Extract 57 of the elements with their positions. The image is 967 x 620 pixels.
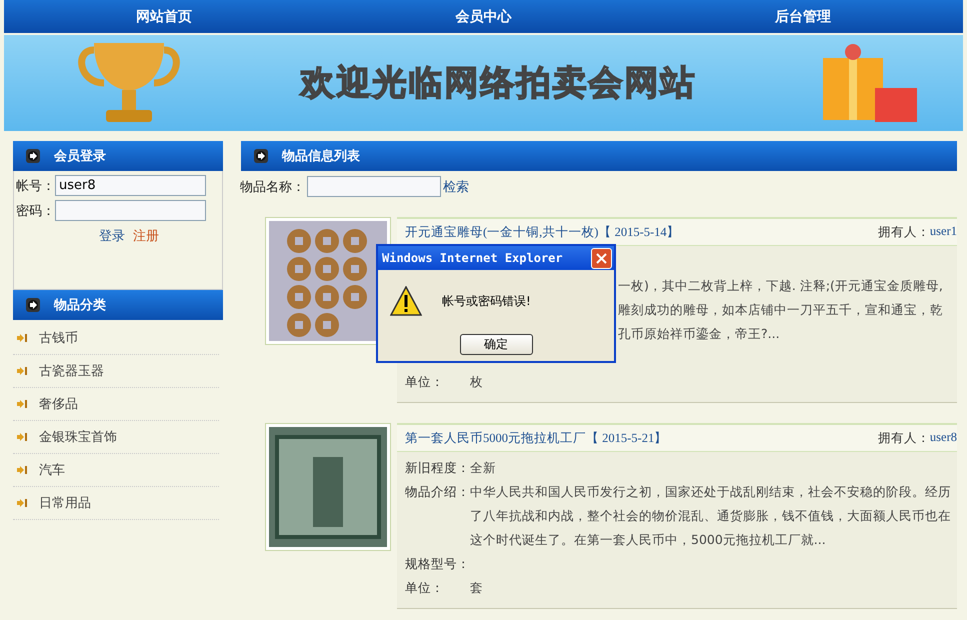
- category-item[interactable]: 汽车: [13, 454, 219, 487]
- field-label: 帐号：: [16, 178, 55, 194]
- category-item[interactable]: 古钱币: [13, 322, 219, 355]
- arrow-bullet-icon: [17, 499, 27, 507]
- owner-label: 拥有人：: [878, 224, 930, 240]
- arrow-bullet-icon: [17, 367, 27, 375]
- arrow-bullet-icon: [17, 433, 27, 441]
- arrow-bullet-icon: [17, 400, 27, 408]
- nav-link[interactable]: 后台管理: [643, 8, 963, 26]
- field-label: 物品介绍：: [405, 483, 470, 501]
- ok-button[interactable]: 确定: [460, 334, 532, 355]
- search-link[interactable]: 检索: [443, 178, 469, 196]
- owner-label: 拥有人：: [878, 430, 930, 446]
- category-item[interactable]: 奢侈品: [13, 388, 219, 421]
- category-item[interactable]: 古瓷器玉器: [13, 355, 219, 388]
- login-link[interactable]: 登录: [99, 227, 125, 245]
- field-value: 这个时代诞生了。在第一套人民币中，5000元拖拉机工厂就...: [470, 531, 827, 549]
- nav-link[interactable]: 网站首页: [4, 8, 324, 26]
- item-title-link[interactable]: 开元通宝雕母(一金十铜,共十一枚)【 2015-5-14】: [405, 224, 680, 240]
- field-value: 一枚)，其中二枚背上梓，下越. 注释;(开元通宝金质雕母,: [618, 277, 943, 295]
- field-value: 枚: [470, 373, 483, 391]
- password-field[interactable]: [55, 200, 206, 221]
- field-label: 单位：: [405, 579, 445, 597]
- search-label: 物品名称：: [240, 178, 305, 196]
- field-value: 套: [470, 579, 483, 597]
- category-item[interactable]: 金银珠宝首饰: [13, 421, 219, 454]
- field-label: 新旧程度：: [405, 459, 470, 477]
- field-value: 全新: [470, 459, 496, 477]
- close-button[interactable]: [591, 248, 612, 268]
- field-label: 规格型号：: [405, 555, 470, 573]
- banner-title: 欢迎光临网络拍卖会网站: [300, 62, 696, 105]
- account-field[interactable]: user8: [55, 175, 206, 196]
- field-value: 孔币原始祥币鎏金，帝王?...: [618, 325, 781, 343]
- field-value: 中华人民共和国人民币发行之初，国家还处于战乱刚结束，社会不安稳的阶段。经历: [470, 483, 951, 501]
- owner-link[interactable]: user1: [930, 224, 957, 240]
- item-title-link[interactable]: 第一套人民币5000元拖拉机工厂【 2015-5-21】: [405, 430, 668, 446]
- warning-icon: [390, 286, 422, 316]
- bullet-arrow-icon: [26, 298, 40, 312]
- bullet-arrow-icon: [254, 149, 268, 163]
- search-field[interactable]: [307, 176, 441, 197]
- field-value: 了八年抗战和内战，整个社会的物价混乱、通货膨胀，钱不值钱，大面额人民币也在: [470, 507, 951, 525]
- field-label: 单位：: [405, 373, 445, 391]
- nav-link[interactable]: 会员中心: [324, 8, 644, 26]
- panel-title: 物品分类: [54, 297, 106, 314]
- arrow-bullet-icon: [17, 466, 27, 474]
- field-label: 密码：: [16, 202, 55, 220]
- register-link[interactable]: 注册: [133, 227, 159, 245]
- bullet-arrow-icon: [26, 149, 40, 163]
- dialog-message: 帐号或密码错误!: [442, 292, 531, 310]
- category-item[interactable]: 日常用品: [13, 487, 219, 520]
- arrow-bullet-icon: [17, 334, 27, 342]
- dialog-title: Windows Internet Explorer: [382, 251, 563, 265]
- owner-link[interactable]: user8: [930, 430, 957, 446]
- field-value: 雕刻成功的雕母，如本店铺中一刀平五千，宣和通宝，乾: [618, 301, 943, 319]
- panel-title: 会员登录: [54, 148, 106, 165]
- close-icon: [596, 252, 607, 264]
- panel-title: 物品信息列表: [282, 148, 360, 165]
